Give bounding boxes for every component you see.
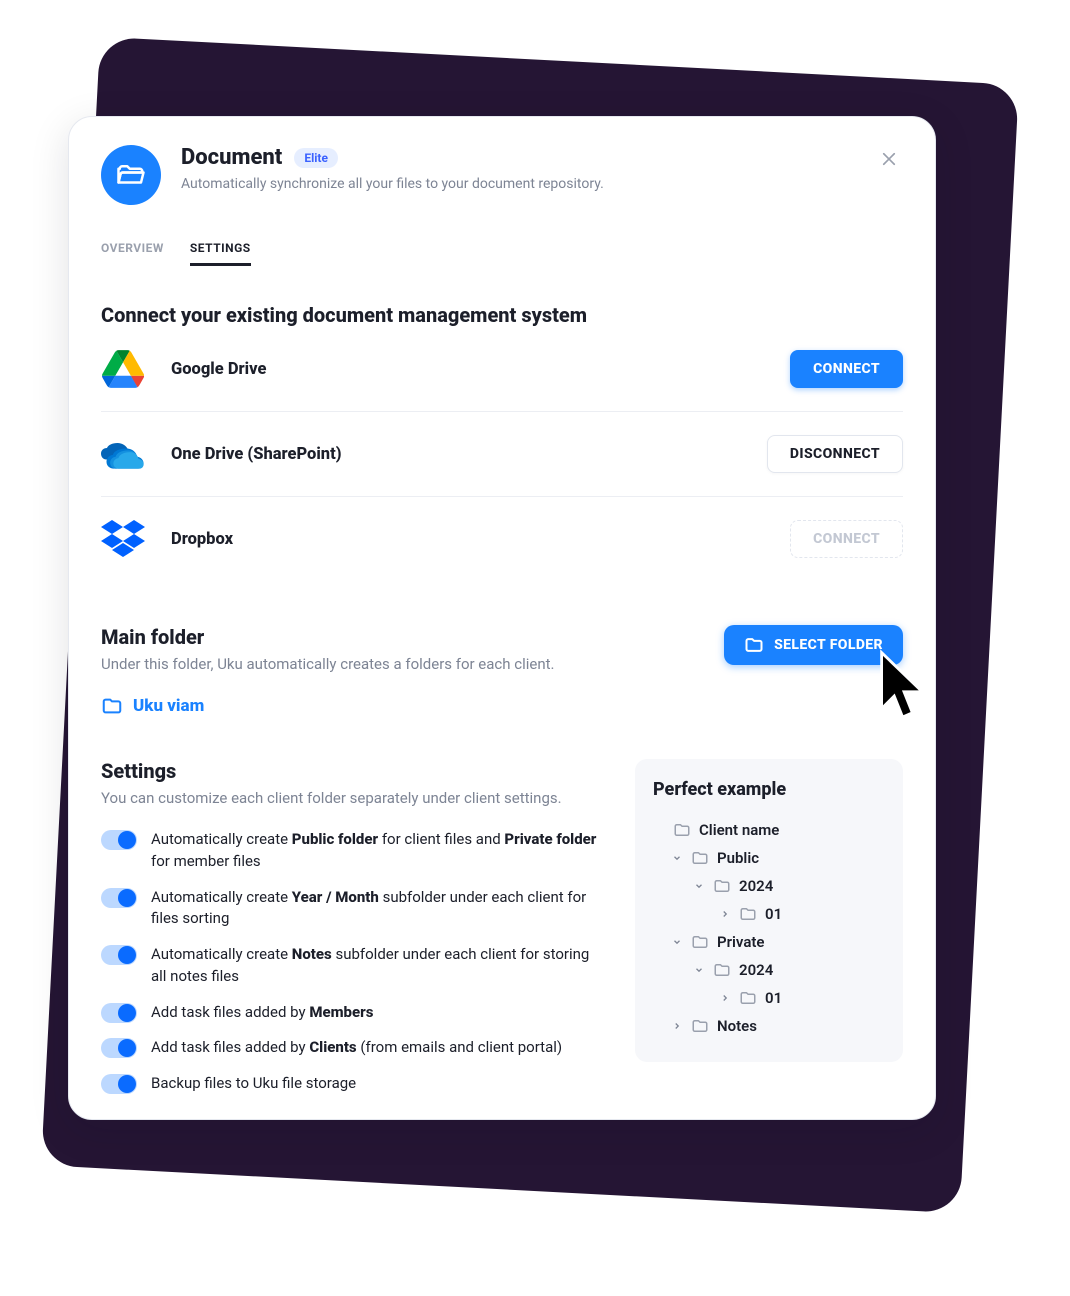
dropbox-icon xyxy=(101,517,145,561)
google-drive-icon xyxy=(101,347,145,391)
folder-icon xyxy=(713,961,731,979)
setting-label: Automatically create Notes subfolder und… xyxy=(151,944,605,988)
modal-title: Document xyxy=(181,145,282,170)
disconnect-button-onedrive[interactable]: DISCONNECT xyxy=(767,435,903,473)
folder-open-icon xyxy=(116,160,146,190)
setting-row-clients: Add task files added by Clients (from em… xyxy=(101,1037,605,1059)
document-app-icon xyxy=(101,145,161,205)
folder-tree: Client name Public 2024 01 xyxy=(653,816,885,1040)
tree-label: Client name xyxy=(699,821,779,839)
provider-row-google-drive: Google Drive CONNECT xyxy=(101,327,903,412)
settings-desc: You can customize each client folder sep… xyxy=(101,789,605,807)
toggle-public-private[interactable] xyxy=(101,830,137,850)
tree-row-month[interactable]: 01 xyxy=(653,900,885,928)
tree-label: 01 xyxy=(765,905,782,923)
connect-button-dropbox: CONNECT xyxy=(790,520,903,558)
chevron-right-icon xyxy=(719,909,731,919)
tree-row-public[interactable]: Public xyxy=(653,844,885,872)
modal-header: Document Elite Automatically synchronize… xyxy=(101,145,903,205)
tab-settings[interactable]: SETTINGS xyxy=(190,233,251,266)
provider-row-dropbox: Dropbox CONNECT xyxy=(101,497,903,581)
select-folder-label: SELECT FOLDER xyxy=(774,637,883,653)
provider-name: One Drive (SharePoint) xyxy=(171,445,767,464)
setting-row-year-month: Automatically create Year / Month subfol… xyxy=(101,887,605,931)
setting-row-notes: Automatically create Notes subfolder und… xyxy=(101,944,605,988)
setting-label: Add task files added by Members xyxy=(151,1002,373,1024)
toggle-clients[interactable] xyxy=(101,1038,137,1058)
folder-icon xyxy=(739,989,757,1007)
chevron-down-icon xyxy=(671,853,683,863)
tree-row-client: Client name xyxy=(653,816,885,844)
tree-row-year-2[interactable]: 2024 xyxy=(653,956,885,984)
tree-label: Private xyxy=(717,933,765,951)
onedrive-icon xyxy=(101,432,145,476)
main-folder-heading: Main folder xyxy=(101,625,700,649)
main-folder-section: Main folder Under this folder, Uku autom… xyxy=(101,625,903,717)
setting-label: Automatically create Year / Month subfol… xyxy=(151,887,605,931)
chevron-right-icon xyxy=(671,1021,683,1031)
connect-heading: Connect your existing document managemen… xyxy=(101,303,903,327)
settings-heading: Settings xyxy=(101,759,605,783)
close-icon xyxy=(880,150,898,168)
chevron-down-icon xyxy=(693,965,705,975)
current-folder-name: Uku viam xyxy=(133,696,204,716)
tree-label: 2024 xyxy=(739,961,773,979)
current-folder-link[interactable]: Uku viam xyxy=(101,695,700,717)
folder-icon xyxy=(101,695,123,717)
chevron-down-icon xyxy=(693,881,705,891)
close-button[interactable] xyxy=(875,145,903,173)
tree-row-private[interactable]: Private xyxy=(653,928,885,956)
tree-label: Notes xyxy=(717,1017,757,1035)
chevron-down-icon xyxy=(671,937,683,947)
chevron-right-icon xyxy=(719,993,731,1003)
folder-icon xyxy=(744,635,764,655)
setting-label: Automatically create Public folder for c… xyxy=(151,829,605,873)
tree-row-month-2[interactable]: 01 xyxy=(653,984,885,1012)
setting-label: Add task files added by Clients (from em… xyxy=(151,1037,562,1059)
folder-icon xyxy=(739,905,757,923)
tree-label: 01 xyxy=(765,989,782,1007)
perfect-example-card: Perfect example Client name Public 2024 xyxy=(635,759,903,1062)
toggle-backup[interactable] xyxy=(101,1074,137,1094)
tree-row-notes[interactable]: Notes xyxy=(653,1012,885,1040)
provider-row-onedrive: One Drive (SharePoint) DISCONNECT xyxy=(101,412,903,497)
provider-name: Google Drive xyxy=(171,360,790,379)
document-settings-modal: Document Elite Automatically synchronize… xyxy=(68,116,936,1120)
toggle-notes[interactable] xyxy=(101,945,137,965)
main-folder-desc: Under this folder, Uku automatically cre… xyxy=(101,655,700,673)
modal-subtitle: Automatically synchronize all your files… xyxy=(181,176,875,192)
settings-section: Settings You can customize each client f… xyxy=(101,759,605,1095)
folder-icon xyxy=(691,1017,709,1035)
plan-badge: Elite xyxy=(294,148,338,168)
tree-label: 2024 xyxy=(739,877,773,895)
setting-label: Backup files to Uku file storage xyxy=(151,1073,356,1095)
provider-list: Google Drive CONNECT One Drive (SharePoi… xyxy=(101,327,903,581)
tabs: OVERVIEW SETTINGS xyxy=(101,233,903,267)
setting-row-public-private: Automatically create Public folder for c… xyxy=(101,829,605,873)
example-heading: Perfect example xyxy=(653,779,885,800)
cursor-arrow-icon xyxy=(876,649,932,729)
folder-icon xyxy=(691,933,709,951)
tab-overview[interactable]: OVERVIEW xyxy=(101,233,164,266)
connect-button-google-drive[interactable]: CONNECT xyxy=(790,350,903,388)
setting-row-backup: Backup files to Uku file storage xyxy=(101,1073,605,1095)
folder-icon xyxy=(713,877,731,895)
tree-row-year[interactable]: 2024 xyxy=(653,872,885,900)
setting-row-members: Add task files added by Members xyxy=(101,1002,605,1024)
folder-icon xyxy=(691,849,709,867)
toggle-year-month[interactable] xyxy=(101,888,137,908)
tree-label: Public xyxy=(717,849,759,867)
provider-name: Dropbox xyxy=(171,530,790,549)
folder-icon xyxy=(673,821,691,839)
toggle-members[interactable] xyxy=(101,1003,137,1023)
